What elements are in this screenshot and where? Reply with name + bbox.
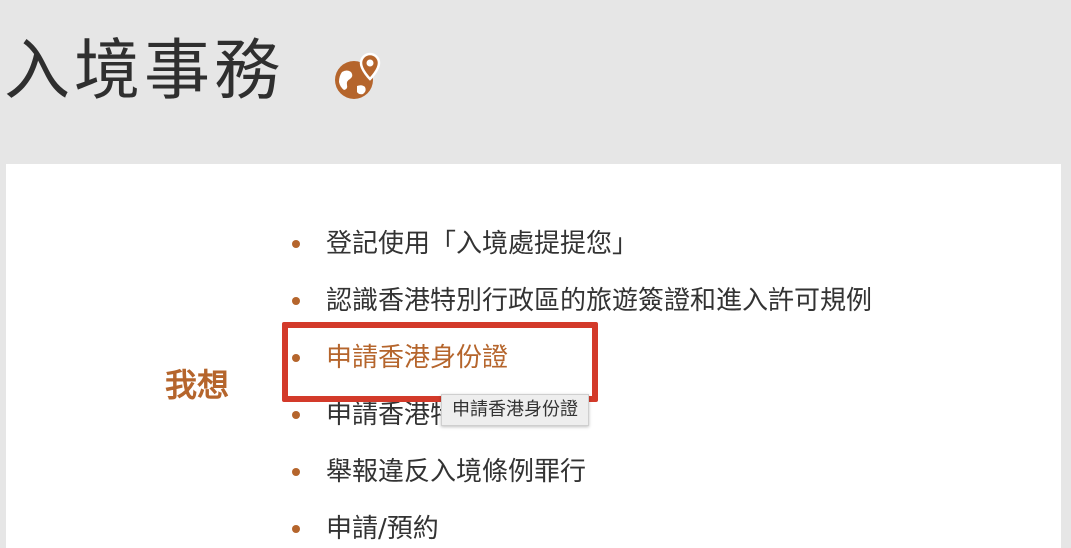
menu-item-apply-appointment[interactable]: 申請/預約 bbox=[290, 503, 872, 548]
bullet-icon bbox=[292, 240, 300, 248]
menu-item-label: 申請/預約 bbox=[326, 514, 439, 544]
menu-item-label: 認識香港特別行政區的旅遊簽證和進入許可規例 bbox=[326, 286, 873, 316]
menu-item-label: 舉報違反入境條例罪行 bbox=[326, 457, 587, 487]
bullet-icon bbox=[292, 354, 300, 362]
bullet-icon bbox=[292, 525, 300, 533]
menu-item-label: 登記使用「入境處提提您」 bbox=[326, 229, 639, 259]
bullet-icon bbox=[292, 411, 300, 419]
bullet-icon bbox=[292, 468, 300, 476]
globe-location-icon[interactable] bbox=[330, 50, 384, 104]
menu-item-apply-hk-id[interactable]: 申請香港身份證 bbox=[290, 332, 872, 389]
menu-item-visa-rules[interactable]: 認識香港特別行政區的旅遊簽證和進入許可規例 bbox=[290, 275, 872, 332]
menu-item-register-reminder[interactable]: 登記使用「入境處提提您」 bbox=[290, 218, 872, 275]
menu-item-label: 申請香港身份證 bbox=[326, 343, 509, 373]
bullet-icon bbox=[292, 297, 300, 305]
page-title: 入境事務 bbox=[4, 32, 284, 109]
link-tooltip: 申請香港身份證 bbox=[441, 394, 589, 426]
service-menu: 登記使用「入境處提提您」 認識香港特別行政區的旅遊簽證和進入許可規例 申請香港身… bbox=[290, 218, 872, 548]
page: 入境事務 我想 登記使用「入境處提提您」 認識香港特別行政區的旅遊簽證和進入許可… bbox=[0, 0, 1071, 548]
i-want-label: 我想 bbox=[165, 366, 230, 404]
menu-item-report-offence[interactable]: 舉報違反入境條例罪行 bbox=[290, 446, 872, 503]
